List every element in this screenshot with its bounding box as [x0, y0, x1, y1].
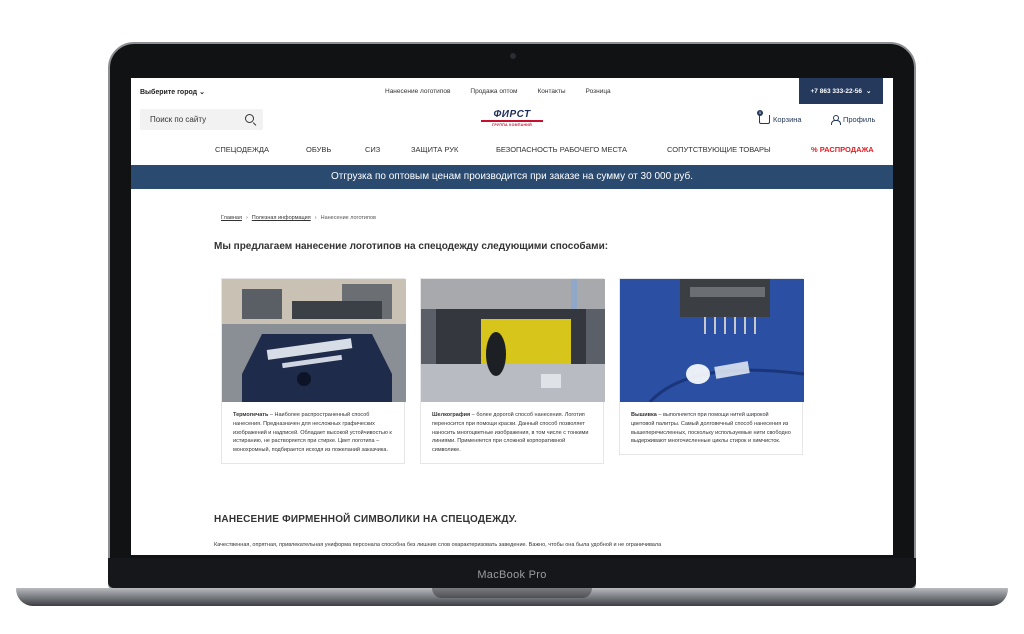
phone-number: +7 863 333-22-56: [810, 87, 863, 95]
heat-press-photo: [222, 279, 406, 402]
nav-item-sale[interactable]: % РАСПРОДАЖА: [811, 145, 874, 154]
laptop-notch: [432, 588, 592, 598]
card-title: Термопечать: [233, 412, 269, 418]
search-placeholder: Поиск по сайту: [150, 115, 207, 124]
cart-count-badge: 0: [757, 110, 763, 116]
user-icon: [831, 115, 841, 125]
card-description: Вышивка – выполняется при помощи нитей ш…: [620, 402, 802, 454]
silkscreen-photo: [421, 279, 605, 402]
camera-dot: [510, 53, 516, 59]
city-label: Выберите город: [140, 89, 198, 96]
nav-item-related-goods[interactable]: СОПУТСТВУЮЩИЕ ТОВАРЫ: [667, 145, 771, 154]
section-paragraph: Качественная, опрятная, привлекательная …: [214, 542, 662, 548]
company-logo[interactable]: ФИРСТ ГРУППА КОМПАНИЙ: [481, 110, 543, 127]
card-body: – Наиболее распространенный способ нанес…: [233, 412, 392, 454]
topnav-link-contacts[interactable]: Контакты: [537, 88, 565, 95]
top-nav: Нанесение логотипов Продажа оптом Контак…: [385, 88, 631, 95]
method-card-embroidery: Вышивка – выполняется при помощи нитей ш…: [619, 278, 804, 456]
topnav-link-logos[interactable]: Нанесение логотипов: [385, 88, 450, 95]
nav-item-shoes[interactable]: ОБУВЬ: [306, 145, 331, 154]
cart-button[interactable]: 0 Корзина: [757, 110, 802, 124]
chevron-down-icon: ⌄: [866, 88, 872, 95]
breadcrumb-current: Нанесение логотипов: [320, 215, 376, 221]
browser-screen: Выберите город ⌄ Нанесение логотипов Про…: [131, 78, 893, 555]
section-heading: НАНЕСЕНИЕ ФИРМЕННОЙ СИМВОЛИКИ НА СПЕЦОДЕ…: [214, 514, 517, 525]
page-heading: Мы предлагаем нанесение логотипов на спе…: [214, 241, 609, 252]
breadcrumb-separator: ›: [314, 215, 317, 221]
card-title: Шелкография: [432, 412, 471, 418]
device-label: MacBook Pro: [477, 569, 547, 581]
card-body: – более дорогой способ нанесения. Логоти…: [432, 412, 589, 454]
card-description: Шелкография – более дорогой способ нанес…: [421, 402, 603, 463]
logo-subtitle: ГРУППА КОМПАНИЙ: [492, 123, 532, 127]
breadcrumb-section[interactable]: Полезная информация: [252, 215, 311, 221]
breadcrumb: Главная › Полезная информация › Нанесени…: [221, 215, 376, 221]
breadcrumb-home[interactable]: Главная: [221, 215, 242, 221]
method-card-silkscreen: Шелкография – более дорогой способ нанес…: [420, 278, 605, 464]
search-icon[interactable]: [245, 114, 254, 123]
logo-text: ФИРСТ: [481, 110, 543, 122]
chevron-down-icon: ⌄: [199, 89, 205, 96]
phone-button[interactable]: +7 863 333-22-56 ⌄: [799, 78, 883, 104]
profile-label: Профиль: [843, 115, 876, 124]
city-selector[interactable]: Выберите город ⌄: [140, 88, 205, 96]
embroidery-photo: [620, 279, 804, 402]
cart-label: Корзина: [773, 115, 802, 124]
card-description: Термопечать – Наиболее распространенный …: [222, 402, 404, 463]
nav-item-ppe[interactable]: СИЗ: [365, 145, 380, 154]
method-card-heat-transfer: Термопечать – Наиболее распространенный …: [221, 278, 406, 464]
topnav-link-retail[interactable]: Розница: [586, 88, 611, 95]
nav-item-workwear[interactable]: СПЕЦОДЕЖДА: [215, 145, 269, 154]
info-banner: Отгрузка по оптовым ценам производится п…: [131, 165, 893, 189]
breadcrumb-separator: ›: [245, 215, 248, 221]
card-title: Вышивка: [631, 412, 657, 418]
profile-button[interactable]: Профиль: [831, 115, 876, 125]
nav-item-workplace-safety[interactable]: БЕЗОПАСНОСТЬ РАБОЧЕГО МЕСТА: [496, 145, 627, 154]
nav-item-hand-protection[interactable]: ЗАЩИТА РУК: [411, 145, 458, 154]
topnav-link-wholesale[interactable]: Продажа оптом: [470, 88, 517, 95]
cart-icon: 0: [757, 110, 770, 124]
